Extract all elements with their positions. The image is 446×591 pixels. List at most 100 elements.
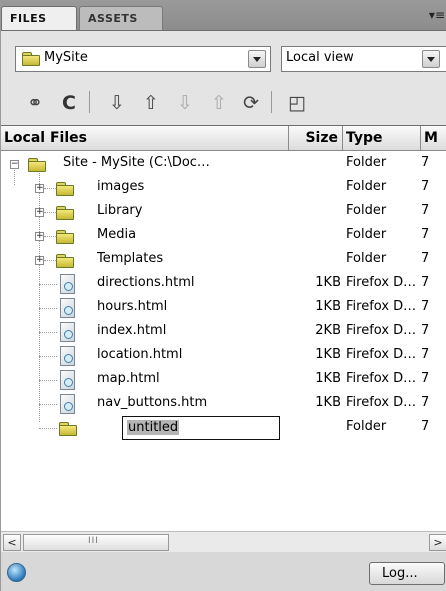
file-type: Folder bbox=[346, 419, 387, 434]
scrollbar-grip: III bbox=[88, 536, 99, 546]
horizontal-scrollbar[interactable]: < III > bbox=[1, 531, 446, 552]
file-type: Folder bbox=[346, 179, 387, 194]
file-name: directions.html bbox=[97, 275, 195, 290]
view-dropdown[interactable]: Local view bbox=[281, 46, 446, 72]
file-size: 1KB bbox=[315, 395, 341, 410]
file-size: 2KB bbox=[315, 323, 341, 338]
file-type: Folder bbox=[346, 155, 387, 170]
file-type: Folder bbox=[346, 251, 387, 266]
tree-line bbox=[44, 260, 56, 261]
folder-icon bbox=[56, 206, 74, 220]
expand-icon[interactable]: + bbox=[35, 208, 44, 217]
tree-row-root[interactable]: − Site - MySite (C:\Doc… Folder 7 bbox=[1, 153, 446, 177]
column-header-row: Local Files Size Type M bbox=[1, 126, 446, 151]
tree-row-file[interactable]: nav_buttons.htm 1KB Firefox D… 7 bbox=[1, 393, 446, 417]
file-name: Library bbox=[97, 203, 143, 218]
expand-view-icon[interactable]: ◰ bbox=[285, 91, 309, 115]
tree-row-folder[interactable]: + Media Folder 7 bbox=[1, 225, 446, 249]
check-in-icon[interactable]: ⇧ bbox=[207, 91, 231, 115]
file-modified: 7 bbox=[421, 179, 430, 194]
files-panel: FILES ASSETS ▾≡ MySite Local view ⚭ C ⇩ … bbox=[0, 0, 446, 591]
tree-line bbox=[39, 404, 57, 405]
synchronize-icon[interactable]: ⟳ bbox=[239, 91, 263, 115]
rename-field[interactable]: untitled bbox=[122, 416, 280, 440]
tree-row-folder[interactable]: + Library Folder 7 bbox=[1, 201, 446, 225]
tree-line bbox=[39, 428, 57, 429]
file-type: Firefox D… bbox=[346, 347, 417, 362]
file-modified: 7 bbox=[421, 299, 430, 314]
tree-row-folder[interactable]: + Templates Folder 7 bbox=[1, 249, 446, 273]
tree-row-file[interactable]: hours.html 1KB Firefox D… 7 bbox=[1, 297, 446, 321]
file-name: Site - MySite (C:\Doc… bbox=[63, 155, 210, 170]
tree-row-file[interactable]: directions.html 1KB Firefox D… 7 bbox=[1, 273, 446, 297]
html-file-icon bbox=[59, 322, 75, 342]
column-type[interactable]: Type bbox=[343, 126, 421, 150]
column-local-files[interactable]: Local Files bbox=[1, 126, 289, 150]
expand-icon[interactable]: + bbox=[35, 256, 44, 265]
tree-row-folder[interactable]: + images Folder 7 bbox=[1, 177, 446, 201]
tree-line bbox=[39, 356, 57, 357]
scroll-left-button[interactable]: < bbox=[3, 534, 21, 551]
html-file-icon bbox=[59, 274, 75, 294]
file-type: Folder bbox=[346, 227, 387, 242]
expand-icon[interactable]: + bbox=[35, 232, 44, 241]
column-size[interactable]: Size bbox=[289, 126, 343, 150]
tree-line bbox=[39, 284, 57, 285]
scrollbar-thumb[interactable]: III bbox=[23, 534, 169, 551]
tab-files[interactable]: FILES bbox=[1, 6, 77, 30]
file-name: index.html bbox=[97, 323, 167, 338]
folder-icon bbox=[56, 182, 74, 196]
options-menu-icon[interactable]: ▾≡ bbox=[429, 8, 445, 22]
tree-line bbox=[44, 236, 56, 237]
scroll-right-button[interactable]: > bbox=[429, 534, 446, 551]
tree-line bbox=[44, 188, 56, 189]
tree-row-file[interactable]: location.html 1KB Firefox D… 7 bbox=[1, 345, 446, 369]
tree-line bbox=[39, 332, 57, 333]
file-modified: 7 bbox=[421, 395, 430, 410]
file-type: Firefox D… bbox=[346, 275, 417, 290]
folder-icon bbox=[56, 230, 74, 244]
file-modified: 7 bbox=[421, 371, 430, 386]
site-selector-row: MySite Local view bbox=[1, 31, 446, 75]
file-size: 1KB bbox=[315, 371, 341, 386]
folder-icon bbox=[59, 422, 77, 436]
file-name: nav_buttons.htm bbox=[97, 395, 208, 410]
tree-line bbox=[44, 212, 56, 213]
site-dropdown-value: MySite bbox=[44, 50, 88, 65]
site-dropdown[interactable]: MySite bbox=[15, 46, 271, 72]
log-button[interactable]: Log... bbox=[369, 562, 445, 585]
chevron-down-icon[interactable] bbox=[422, 50, 440, 68]
toolbar-divider bbox=[271, 91, 272, 113]
file-name: location.html bbox=[97, 347, 183, 362]
html-file-icon bbox=[59, 346, 75, 366]
check-out-icon[interactable]: ⇩ bbox=[173, 91, 197, 115]
file-type: Firefox D… bbox=[346, 371, 417, 386]
file-size: 1KB bbox=[315, 347, 341, 362]
folder-icon bbox=[22, 52, 40, 66]
get-files-icon[interactable]: ⇩ bbox=[105, 91, 129, 115]
file-size: 1KB bbox=[315, 299, 341, 314]
file-name: map.html bbox=[97, 371, 160, 386]
collapse-icon[interactable]: − bbox=[10, 160, 19, 169]
column-modified[interactable]: M bbox=[421, 126, 446, 150]
file-type: Firefox D… bbox=[346, 299, 417, 314]
put-files-icon[interactable]: ⇧ bbox=[139, 91, 163, 115]
globe-icon[interactable] bbox=[7, 563, 26, 582]
file-modified: 7 bbox=[421, 275, 430, 290]
folder-icon bbox=[28, 158, 46, 172]
tree-line bbox=[39, 380, 57, 381]
html-file-icon bbox=[59, 298, 75, 318]
panel-tab-bar: FILES ASSETS ▾≡ bbox=[1, 0, 446, 31]
tree-row-file[interactable]: map.html 1KB Firefox D… 7 bbox=[1, 369, 446, 393]
refresh-icon[interactable]: C bbox=[57, 91, 81, 115]
tab-assets[interactable]: ASSETS bbox=[79, 6, 163, 30]
file-modified: 7 bbox=[421, 203, 430, 218]
file-size: 1KB bbox=[315, 275, 341, 290]
chevron-down-icon[interactable] bbox=[248, 50, 266, 68]
tree-row-new-folder[interactable]: untitled Folder 7 bbox=[1, 416, 446, 441]
connect-icon[interactable]: ⚭ bbox=[23, 91, 47, 115]
expand-icon[interactable]: + bbox=[35, 184, 44, 193]
toolbar-divider bbox=[89, 91, 90, 113]
file-name: Templates bbox=[97, 251, 164, 266]
tree-row-file[interactable]: index.html 2KB Firefox D… 7 bbox=[1, 321, 446, 345]
